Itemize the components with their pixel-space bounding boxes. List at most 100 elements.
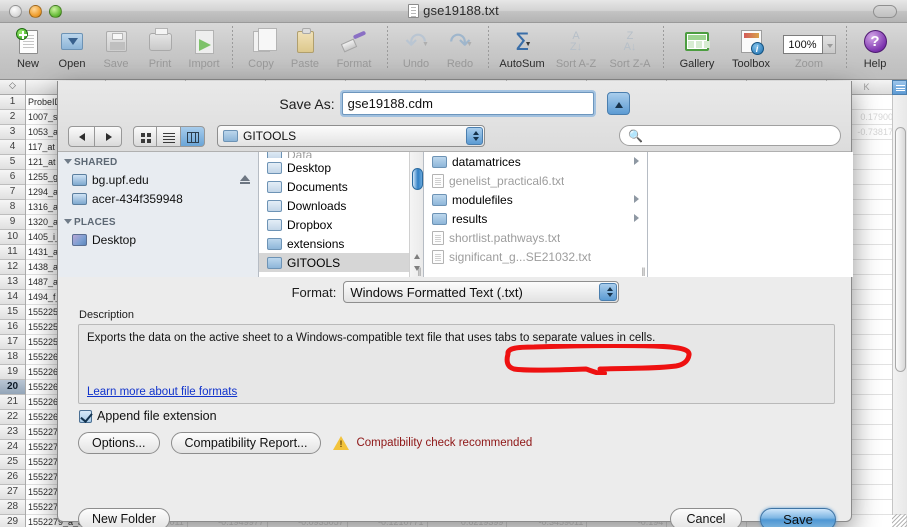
row-header[interactable]: 23 (0, 425, 25, 440)
toolbar-format-button[interactable]: Format (327, 23, 381, 78)
zoom-stepper-icon[interactable]: 100% (782, 34, 836, 54)
scroll-up-icon[interactable] (414, 254, 420, 259)
row-header[interactable]: 26 (0, 470, 25, 485)
sidebar-item-bg-upf-edu[interactable]: bg.upf.edu (58, 170, 258, 189)
chevron-down-icon[interactable]: ▼ (466, 41, 473, 48)
toolbar-copy-button[interactable]: Copy (239, 23, 283, 78)
list-item-genelist[interactable]: genelist_practical6.txt (424, 171, 647, 190)
path-popup-button[interactable]: GITOOLS (217, 125, 485, 147)
row-header[interactable]: 29 (0, 515, 25, 527)
column-scrollbar[interactable] (409, 152, 423, 277)
list-item-gitools[interactable]: GITOOLS (259, 253, 423, 272)
split-pane-button[interactable] (892, 80, 907, 95)
row-header[interactable]: 3 (0, 125, 25, 140)
browser-column-gitools[interactable]: datamatrices genelist_practical6.txt mod… (424, 152, 648, 277)
row-header[interactable]: 20 (0, 380, 25, 395)
toolbar-help-button[interactable]: ? Help (853, 23, 897, 78)
row-header[interactable]: 4 (0, 140, 25, 155)
row-header[interactable]: 18 (0, 350, 25, 365)
forward-arrow-icon[interactable] (95, 125, 122, 147)
select-all-icon[interactable]: ◇ (0, 80, 26, 95)
sidebar-item-acer[interactable]: acer-434f359948 (58, 189, 258, 208)
save-as-input[interactable]: gse19188.cdm (341, 92, 594, 115)
search-field[interactable]: 🔍 (619, 125, 841, 146)
toolbar-zoom-control[interactable]: 100% Zoom (778, 23, 840, 78)
zoom-stepper-button[interactable] (822, 34, 836, 54)
list-item-documents[interactable]: Documents (259, 177, 423, 196)
list-item-extensions[interactable]: extensions (259, 234, 423, 253)
row-header[interactable]: 6 (0, 170, 25, 185)
toolbar-open-button[interactable]: Open (50, 23, 94, 78)
row-header[interactable]: 16 (0, 320, 25, 335)
back-arrow-icon[interactable] (68, 125, 95, 147)
row-header[interactable]: 15 (0, 305, 25, 320)
row-header[interactable]: 12 (0, 260, 25, 275)
row-header-column[interactable]: 1 2 3 4 5 6 7 8 9 10 11 12 13 14 15 16 17 18 19 20 21 22 23 24 2… (0, 95, 26, 527)
resize-handle[interactable] (892, 514, 907, 527)
browser-column-empty[interactable] (648, 152, 853, 277)
learn-more-link[interactable]: Learn more about file formats (87, 386, 237, 398)
row-header[interactable]: 19 (0, 365, 25, 380)
list-view-button[interactable] (157, 125, 181, 147)
options-button[interactable]: Options... (78, 432, 160, 454)
row-header[interactable]: 22 (0, 410, 25, 425)
row-header[interactable]: 21 (0, 395, 25, 410)
format-dropdown[interactable]: Windows Formatted Text (.txt) (343, 281, 620, 303)
path-popup-stepper[interactable] (466, 127, 483, 145)
list-item-datamatrices[interactable]: datamatrices (424, 152, 647, 171)
list-item-dropbox[interactable]: Dropbox (259, 215, 423, 234)
list-item-results[interactable]: results (424, 209, 647, 228)
scrollbar-thumb[interactable] (412, 168, 423, 190)
toolbar-undo-button[interactable]: ↶ ▼ Undo (394, 23, 438, 78)
row-header[interactable]: 7 (0, 185, 25, 200)
row-header[interactable]: 13 (0, 275, 25, 290)
row-header[interactable]: 25 (0, 455, 25, 470)
zoom-value[interactable]: 100% (782, 34, 823, 54)
cancel-button[interactable]: Cancel (670, 508, 742, 527)
row-header[interactable]: 1 (0, 95, 25, 110)
toolbar-gallery-button[interactable]: Gallery (670, 23, 724, 78)
sidebar-group-shared[interactable]: SHARED (58, 152, 258, 170)
row-header[interactable]: 5 (0, 155, 25, 170)
collapse-disclosure-button[interactable] (606, 92, 630, 115)
column-view-button[interactable] (181, 125, 205, 147)
row-header[interactable]: 27 (0, 485, 25, 500)
toolbar-sort-asc-button[interactable]: A Z↓ Sort A-Z (549, 23, 603, 78)
append-extension-checkbox[interactable] (79, 409, 92, 423)
toolbar-toolbox-button[interactable]: i Toolbox (724, 23, 778, 78)
row-header[interactable]: 10 (0, 230, 25, 245)
row-header[interactable]: 17 (0, 335, 25, 350)
new-folder-button[interactable]: New Folder (78, 508, 170, 527)
chevron-down-icon[interactable]: ▼ (422, 41, 429, 48)
browser-column-home[interactable]: Data Desktop Documents Downloads (259, 152, 424, 277)
toolbar-print-button[interactable]: Print (138, 23, 182, 78)
row-header[interactable]: 11 (0, 245, 25, 260)
search-input[interactable] (646, 129, 827, 142)
row-header[interactable]: 24 (0, 440, 25, 455)
chevron-down-icon[interactable] (64, 159, 72, 164)
toolbar-paste-button[interactable]: Paste (283, 23, 327, 78)
compatibility-report-button[interactable]: Compatibility Report... (170, 432, 322, 454)
column-resize-handle[interactable]: || (636, 266, 647, 276)
append-extension-row[interactable]: Append file extension (79, 409, 217, 423)
scrollbar-thumb[interactable] (895, 127, 906, 372)
row-header[interactable]: 14 (0, 290, 25, 305)
toolbar-redo-button[interactable]: ↷ ▼ Redo (438, 23, 482, 78)
toolbar-sort-desc-button[interactable]: Z A↓ Sort Z-A (603, 23, 657, 78)
format-dropdown-stepper[interactable] (599, 283, 618, 301)
eject-icon[interactable] (240, 175, 250, 184)
row-header[interactable]: 9 (0, 215, 25, 230)
list-item-shortlist[interactable]: shortlist.pathways.txt (424, 228, 647, 247)
toolbar-new-button[interactable]: New (6, 23, 50, 78)
list-item-desktop[interactable]: Desktop (259, 158, 423, 177)
row-header[interactable]: 28 (0, 500, 25, 515)
row-header[interactable]: 2 (0, 110, 25, 125)
toolbar-toggle-button[interactable] (873, 5, 897, 18)
icon-view-button[interactable] (133, 125, 157, 147)
chevron-down-icon[interactable] (64, 219, 72, 224)
column-resize-handle[interactable]: || (412, 266, 423, 276)
vertical-scrollbar[interactable] (892, 95, 907, 514)
list-item-modulefiles[interactable]: modulefiles (424, 190, 647, 209)
toolbar-import-button[interactable]: Import (182, 23, 226, 78)
list-item-significant[interactable]: significant_g...SE21032.txt (424, 247, 647, 266)
